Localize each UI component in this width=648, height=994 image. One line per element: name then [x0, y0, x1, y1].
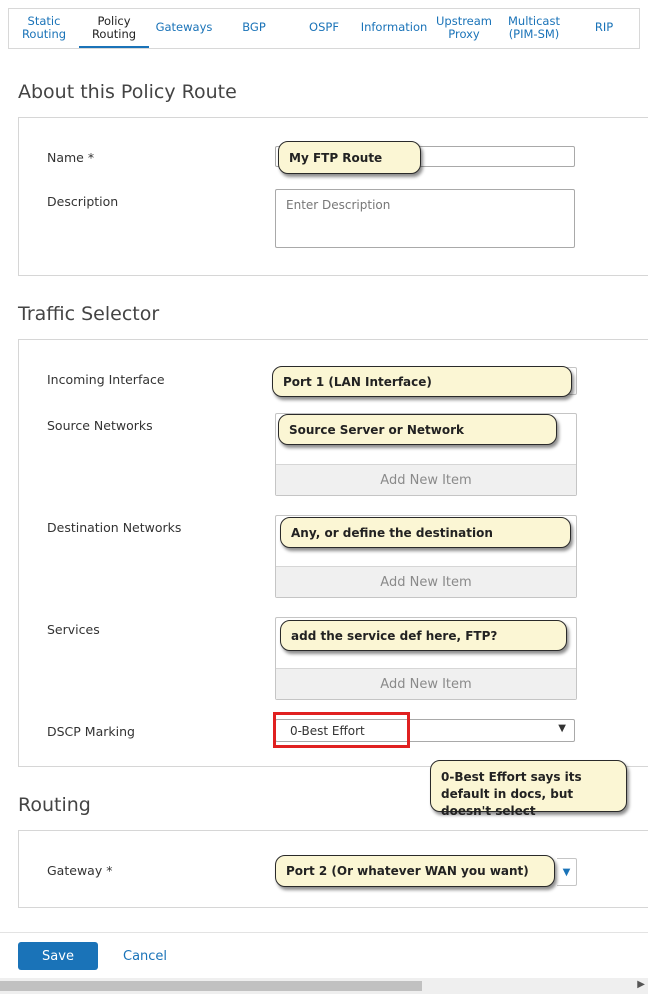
footer-divider	[0, 932, 648, 933]
callout-gateway: Port 2 (Or whatever WAN you want)	[275, 855, 555, 887]
tab-rip[interactable]: RIP	[569, 9, 639, 48]
chevron-down-icon: ▼	[558, 723, 566, 734]
chevron-down-icon: ▼	[562, 866, 571, 878]
tab-upstream-proxy[interactable]: Upstream Proxy	[429, 9, 499, 48]
dscp-highlight-box	[273, 712, 410, 748]
description-textarea[interactable]: Enter Description	[275, 189, 575, 248]
tab-gateways[interactable]: Gateways	[149, 9, 219, 48]
tab-static-routing[interactable]: Static Routing	[9, 9, 79, 48]
dscp-marking-label: DSCP Marking	[47, 724, 135, 739]
tab-multicast[interactable]: Multicast (PIM-SM)	[499, 9, 569, 48]
callout-destination-networks: Any, or define the destination	[280, 517, 571, 548]
source-networks-label: Source Networks	[47, 418, 153, 433]
horizontal-scrollbar[interactable]: ▶	[0, 978, 648, 994]
services-add-item-button[interactable]: Add New Item	[276, 668, 576, 699]
tab-bgp[interactable]: BGP	[219, 9, 289, 48]
destination-add-item-button[interactable]: Add New Item	[276, 566, 576, 597]
source-add-item-button[interactable]: Add New Item	[276, 464, 576, 495]
callout-source-networks: Source Server or Network	[278, 414, 557, 445]
cancel-link[interactable]: Cancel	[123, 949, 167, 964]
tab-policy-routing[interactable]: Policy Routing	[79, 9, 149, 48]
about-section-title: About this Policy Route	[18, 81, 237, 103]
incoming-interface-label: Incoming Interface	[47, 372, 165, 387]
callout-incoming-interface: Port 1 (LAN Interface)	[272, 366, 572, 397]
save-button[interactable]: Save	[18, 942, 98, 970]
name-label: Name *	[47, 150, 95, 165]
callout-services: add the service def here, FTP?	[280, 620, 567, 651]
services-label: Services	[47, 622, 100, 637]
tab-ospf[interactable]: OSPF	[289, 9, 359, 48]
routing-tabs: Static Routing Policy Routing Gateways B…	[8, 8, 640, 49]
scrollbar-thumb[interactable]	[0, 981, 422, 991]
destination-networks-label: Destination Networks	[47, 520, 182, 535]
routing-section-title: Routing	[18, 794, 91, 816]
callout-dscp-note: 0-Best Effort says its default in docs, …	[430, 760, 627, 818]
description-label: Description	[47, 194, 119, 209]
gateway-select-toggle[interactable]: ▼	[557, 858, 577, 886]
traffic-section-title: Traffic Selector	[18, 303, 160, 325]
tab-information[interactable]: Information	[359, 9, 429, 48]
callout-name: My FTP Route	[278, 141, 421, 174]
scroll-right-arrow-icon[interactable]: ▶	[637, 979, 645, 990]
gateway-label: Gateway *	[47, 863, 113, 878]
